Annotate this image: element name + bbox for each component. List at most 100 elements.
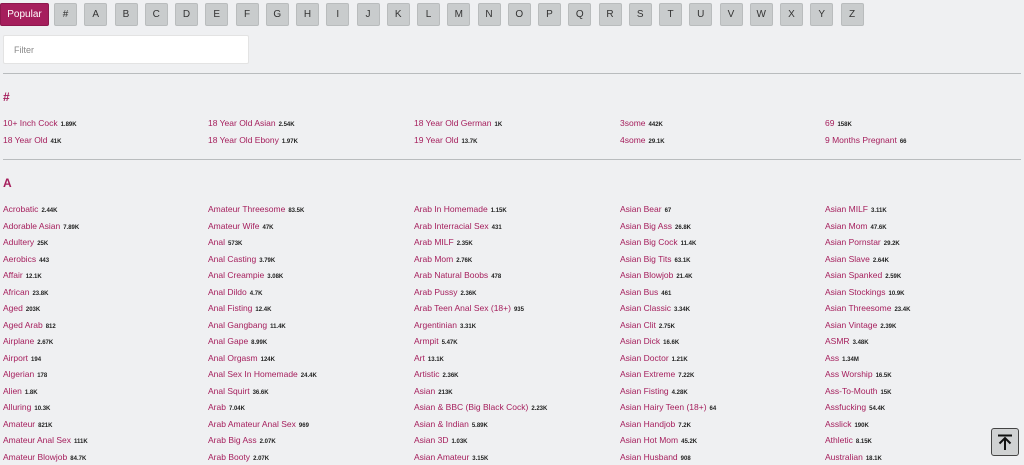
tag-link[interactable]: Arab Big Ass (208, 435, 257, 445)
tag-link[interactable]: 18 Year Old German (414, 118, 492, 128)
tag-link[interactable]: Amateur (3, 419, 35, 429)
tag-link[interactable]: Aged Arab (3, 320, 43, 330)
letter-button-v[interactable]: V (719, 3, 743, 26)
letter-button-c[interactable]: C (144, 3, 168, 26)
tag-link[interactable]: Asian Dick (620, 336, 660, 346)
tag-link[interactable]: 69 (825, 118, 834, 128)
letter-button-g[interactable]: G (265, 3, 289, 26)
tag-link[interactable]: Alien (3, 386, 22, 396)
tag-link[interactable]: Asian Bear (620, 204, 662, 214)
tag-link[interactable]: Amateur Wife (208, 221, 260, 231)
tag-link[interactable]: Anal Sex In Homemade (208, 369, 298, 379)
tag-link[interactable]: Adorable Asian (3, 221, 60, 231)
letter-button-a[interactable]: A (84, 3, 108, 26)
letter-button-i[interactable]: I (326, 3, 350, 26)
tag-link[interactable]: Asian & BBC (Big Black Cock) (414, 402, 528, 412)
tag-link[interactable]: Airport (3, 353, 28, 363)
tag-link[interactable]: Australian (825, 452, 863, 462)
tag-link[interactable]: Assfucking (825, 402, 866, 412)
tag-link[interactable]: Arab Interracial Sex (414, 221, 489, 231)
tag-link[interactable]: 18 Year Old (3, 135, 47, 145)
tag-link[interactable]: Artistic (414, 369, 440, 379)
letter-button-p[interactable]: P (538, 3, 561, 26)
tag-link[interactable]: Asian Big Cock (620, 237, 678, 247)
tag-link[interactable]: Asian Threesome (825, 303, 891, 313)
tag-link[interactable]: 19 Year Old (414, 135, 458, 145)
tag-link[interactable]: Athletic (825, 435, 853, 445)
tag-link[interactable]: African (3, 287, 29, 297)
tag-link[interactable]: Anal Creampie (208, 270, 264, 280)
tag-link[interactable]: Asian Big Ass (620, 221, 672, 231)
tag-link[interactable]: Arab Teen Anal Sex (18+) (414, 303, 511, 313)
letter-button-k[interactable]: K (386, 3, 410, 26)
tag-link[interactable]: Asian Clit (620, 320, 656, 330)
tag-link[interactable]: Airplane (3, 336, 34, 346)
letter-button-q[interactable]: Q (568, 3, 592, 26)
tag-link[interactable]: Asian 3D (414, 435, 449, 445)
tag-link[interactable]: Ass-To-Mouth (825, 386, 877, 396)
tag-link[interactable]: 18 Year Old Asian (208, 118, 276, 128)
tag-link[interactable]: Asslick (825, 419, 851, 429)
tag-link[interactable]: Asian Bus (620, 287, 658, 297)
tag-link[interactable]: Asian Hot Mom (620, 435, 678, 445)
tag-link[interactable]: Asian Extreme (620, 369, 675, 379)
letter-button-j[interactable]: J (356, 3, 380, 26)
tag-link[interactable]: Aerobics (3, 254, 36, 264)
tag-link[interactable]: Anal Gangbang (208, 320, 267, 330)
letter-button-r[interactable]: R (598, 3, 622, 26)
filter-input[interactable] (3, 35, 249, 64)
tag-link[interactable]: Asian Classic (620, 303, 671, 313)
tag-link[interactable]: Asian (414, 386, 435, 396)
tag-link[interactable]: Ass Worship (825, 369, 873, 379)
tag-link[interactable]: Asian Vintage (825, 320, 877, 330)
tag-link[interactable]: Amateur Threesome (208, 204, 285, 214)
tag-link[interactable]: 9 Months Pregnant (825, 135, 897, 145)
tag-link[interactable]: 10+ Inch Cock (3, 118, 58, 128)
tag-link[interactable]: Arab Mom (414, 254, 453, 264)
tag-link[interactable]: Anal Fisting (208, 303, 252, 313)
letter-button-m[interactable]: M (447, 3, 471, 26)
letter-button-popular[interactable]: Popular (0, 3, 49, 26)
letter-button-y[interactable]: Y (810, 3, 834, 26)
scroll-to-top-button[interactable] (991, 428, 1019, 456)
tag-link[interactable]: Ass (825, 353, 839, 363)
tag-link[interactable]: Arab Booty (208, 452, 250, 462)
tag-link[interactable]: Affair (3, 270, 23, 280)
tag-link[interactable]: Algerian (3, 369, 34, 379)
tag-link[interactable]: Art (414, 353, 425, 363)
tag-link[interactable]: Adultery (3, 237, 34, 247)
tag-link[interactable]: Asian Handjob (620, 419, 675, 429)
tag-link[interactable]: Asian Blowjob (620, 270, 673, 280)
letter-button-l[interactable]: L (417, 3, 440, 26)
tag-link[interactable]: Asian Slave (825, 254, 870, 264)
tag-link[interactable]: Arab MILF (414, 237, 454, 247)
letter-button-t[interactable]: T (659, 3, 682, 26)
letter-button-f[interactable]: F (235, 3, 259, 26)
tag-link[interactable]: Anal Casting (208, 254, 256, 264)
tag-link[interactable]: Asian Pornstar (825, 237, 881, 247)
tag-link[interactable]: ASMR (825, 336, 850, 346)
tag-link[interactable]: Amateur Anal Sex (3, 435, 71, 445)
tag-link[interactable]: Asian Big Tits (620, 254, 672, 264)
tag-link[interactable]: Asian Doctor (620, 353, 669, 363)
tag-link[interactable]: Asian Fisting (620, 386, 669, 396)
tag-link[interactable]: Asian Hairy Teen (18+) (620, 402, 707, 412)
tag-link[interactable]: Arab Amateur Anal Sex (208, 419, 296, 429)
letter-button-b[interactable]: B (114, 3, 138, 26)
tag-link[interactable]: Arab Pussy (414, 287, 457, 297)
letter-button-u[interactable]: U (689, 3, 713, 26)
letter-button-e[interactable]: E (205, 3, 229, 26)
tag-link[interactable]: Amateur Blowjob (3, 452, 67, 462)
tag-link[interactable]: Asian Spanked (825, 270, 882, 280)
tag-link[interactable]: Asian & Indian (414, 419, 469, 429)
tag-link[interactable]: Anal Orgasm (208, 353, 258, 363)
tag-link[interactable]: Arab In Homemade (414, 204, 488, 214)
letter-button-h[interactable]: H (296, 3, 319, 26)
letter-button-hash[interactable]: # (54, 3, 77, 26)
tag-link[interactable]: Arab Natural Boobs (414, 270, 488, 280)
tag-link[interactable]: Alluring (3, 402, 31, 412)
tag-link[interactable]: 4some (620, 135, 646, 145)
letter-button-n[interactable]: N (477, 3, 501, 26)
tag-link[interactable]: Acrobatic (3, 204, 38, 214)
tag-link[interactable]: Anal (208, 237, 225, 247)
